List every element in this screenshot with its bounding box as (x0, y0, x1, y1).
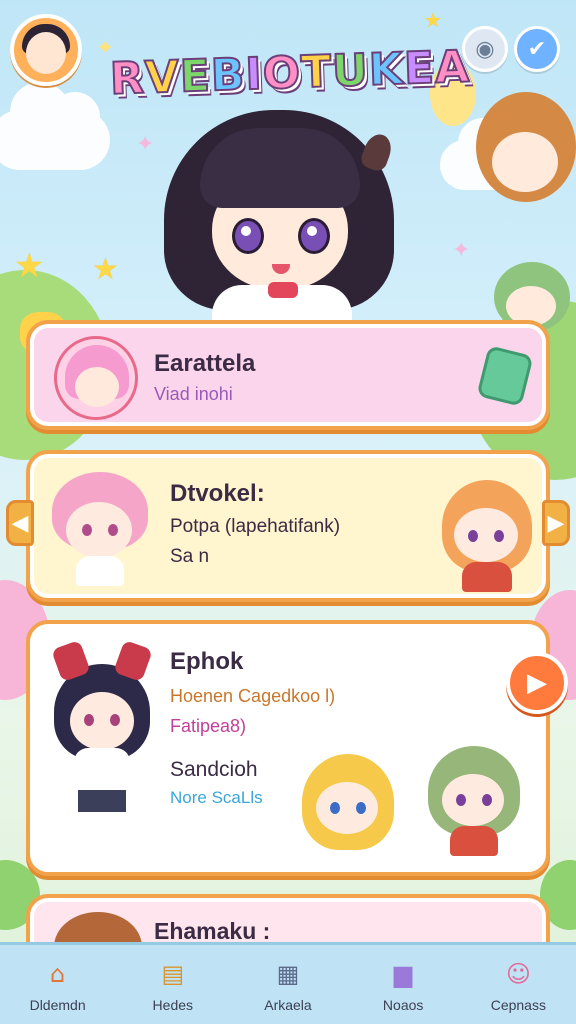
player-avatar-button[interactable] (10, 14, 82, 86)
nav-item-calendar[interactable]: ▦ Arkaela (233, 957, 343, 1013)
card-detail: Fatipea8) (170, 716, 247, 736)
card-title: Ephok (170, 648, 244, 675)
next-arrow-button[interactable]: ▶ (542, 500, 570, 546)
nav-label: Cepnass (490, 996, 546, 1013)
card-title: Ehamaku : (154, 918, 271, 944)
chibi-green-hair (422, 742, 526, 862)
nav-item-notebook[interactable]: ▤ Hedes (118, 957, 228, 1013)
side-character-orange (476, 92, 576, 202)
card-detail: Sandcioh (170, 758, 258, 781)
title-letter: K (367, 43, 406, 97)
card-detail: Potpa (lapehatifank) (170, 516, 341, 537)
character-card[interactable]: Earattela Viad inohi (26, 320, 550, 430)
character-card[interactable]: Dtvokel: Potpa (lapehatifank) Sa n (26, 450, 550, 602)
calendar-icon: ▦ (276, 959, 300, 988)
card-detail: Hoenen Cagedkoo l) (170, 686, 336, 706)
avatar-face (26, 32, 66, 74)
chibi-pink-hair (46, 468, 156, 588)
card-detail: Nore ScaLls (170, 788, 263, 807)
game-screen: ★ ★ ★ ✦ ✦ ✦ RVEBIOTUKEA ◉ ✔ Earattela Vi… (0, 0, 576, 1024)
chibi-black-hair-cat (48, 639, 158, 840)
sparkle-decoration: ✦ (136, 132, 155, 157)
character-portrait (54, 336, 138, 420)
card-subtitle: Viad inohi (154, 384, 233, 404)
card-title: Dtvokel: (170, 480, 265, 507)
robot-icon[interactable]: ◉ (462, 26, 508, 72)
main-character-illustration (160, 90, 400, 325)
star-decoration: ★ (14, 246, 45, 286)
notebook-icon: ▤ (161, 959, 185, 988)
nav-label: Arkaela (264, 996, 312, 1013)
nav-item-character[interactable]: ☺ Cepnass (463, 957, 573, 1013)
card-title: Earattela (154, 350, 256, 377)
character-card[interactable]: Ephok Hoenen Cagedkoo l) Fatipea8) Sandc… (26, 620, 550, 876)
star-decoration: ★ (92, 252, 119, 287)
previous-arrow-button[interactable]: ◀ (6, 500, 34, 546)
chibi-orange-hair (434, 478, 538, 596)
title-letter: R (108, 52, 147, 106)
green-gift-icon[interactable] (476, 345, 534, 407)
bottom-navigation: ⌂ Dldemdn ▤ Hedes ▦ Arkaela ▆ Noaos ☺ Ce… (0, 942, 576, 1024)
star-decoration: ★ (424, 8, 442, 32)
paint-bucket-icon: ▆ (393, 959, 413, 988)
nav-label: Dldemdn (29, 996, 86, 1013)
nav-label: Noaos (382, 996, 424, 1013)
card-detail: Sa n (170, 546, 210, 567)
play-button[interactable]: ▶ (506, 652, 568, 714)
sparkle-decoration: ✦ (452, 238, 471, 263)
character-icon: ☺ (505, 959, 531, 988)
check-icon[interactable]: ✔ (514, 26, 560, 72)
nav-item-paint[interactable]: ▆ Noaos (348, 957, 458, 1013)
title-letter: E (402, 42, 437, 96)
nav-label: Hedes (152, 996, 194, 1013)
nav-item-home[interactable]: ⌂ Dldemdn (3, 957, 113, 1013)
cloud-decoration (0, 82, 110, 170)
chibi-blonde-hair (298, 752, 398, 862)
home-icon: ⌂ (49, 959, 66, 988)
